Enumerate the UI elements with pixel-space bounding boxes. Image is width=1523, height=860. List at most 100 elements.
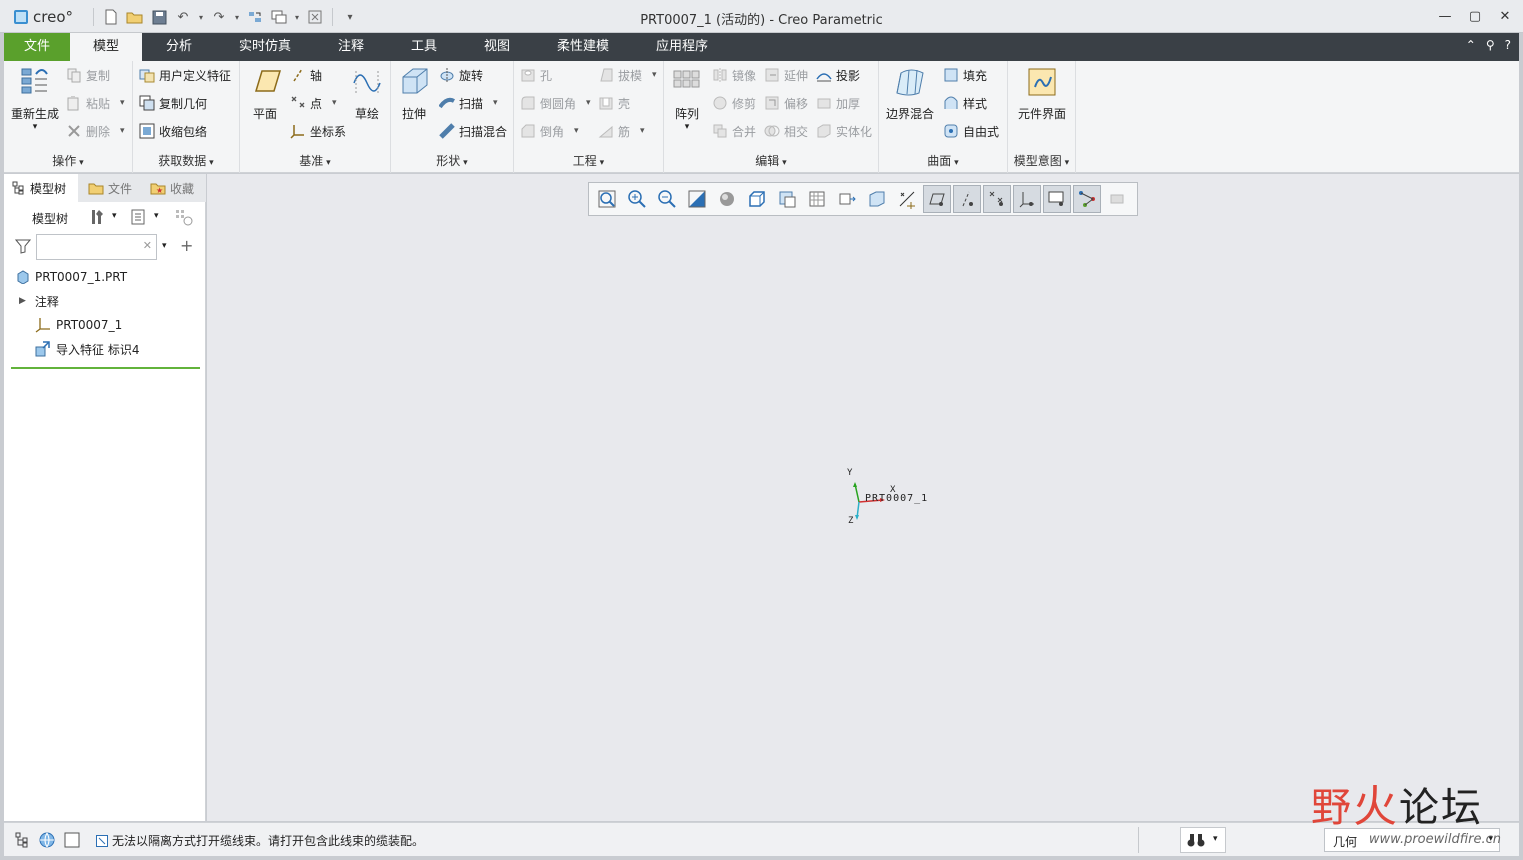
insert-here-indicator[interactable]: [11, 367, 200, 369]
group-datum-label[interactable]: 基准: [240, 152, 390, 169]
help-icon[interactable]: ?: [1505, 38, 1511, 52]
minimize-ribbon-icon[interactable]: ⌃: [1466, 38, 1476, 52]
hole-button[interactable]: 孔: [520, 64, 552, 86]
group-get-data-label[interactable]: 获取数据: [133, 152, 239, 169]
spin-center-toggle-icon[interactable]: [1043, 185, 1071, 213]
zoom-in-icon[interactable]: [623, 185, 651, 213]
show-dropdown-icon[interactable]: ▾: [154, 211, 159, 221]
csys-display-toggle-icon[interactable]: [1013, 185, 1041, 213]
intersect-button[interactable]: 相交: [764, 120, 808, 142]
display-style-icon[interactable]: [713, 185, 741, 213]
group-editing-label[interactable]: 编辑: [664, 152, 878, 169]
mirror-button[interactable]: 镜像: [712, 64, 756, 86]
tab-analysis[interactable]: 分析: [146, 33, 212, 61]
point-button[interactable]: 点: [290, 92, 337, 114]
settings-dropdown-icon[interactable]: ▾: [112, 211, 117, 221]
plane-display-toggle-icon[interactable]: [923, 185, 951, 213]
plane-button[interactable]: 平面: [240, 65, 290, 122]
tree-item-part[interactable]: PRT0007_1.PRT: [16, 266, 127, 288]
thicken-button[interactable]: 加厚: [816, 92, 860, 114]
zoom-out-icon[interactable]: [653, 185, 681, 213]
find-dropdown-icon[interactable]: ▾: [1213, 834, 1218, 844]
csys-button[interactable]: 坐标系: [290, 120, 346, 142]
revolve-button[interactable]: 旋转: [439, 64, 483, 86]
tab-folder-browser[interactable]: 文件: [80, 174, 142, 202]
tab-view[interactable]: 视图: [468, 33, 526, 61]
tab-file[interactable]: 文件: [4, 33, 70, 61]
paste-button[interactable]: 粘贴: [66, 92, 125, 114]
udf-button[interactable]: 用户定义特征: [139, 64, 231, 86]
tab-annotate[interactable]: 注释: [320, 33, 382, 61]
offset-button[interactable]: 偏移: [764, 92, 808, 114]
shell-button[interactable]: 壳: [598, 92, 630, 114]
group-model-intent-label[interactable]: 模型意图: [1008, 152, 1075, 169]
swept-blend-button[interactable]: 扫描混合: [439, 120, 507, 142]
clear-search-icon[interactable]: ✕: [143, 239, 152, 252]
tab-flexible-modeling[interactable]: 柔性建模: [544, 33, 622, 61]
trim-button[interactable]: 修剪: [712, 92, 756, 114]
view-normal-icon[interactable]: [833, 185, 861, 213]
perspective-view-icon[interactable]: [803, 185, 831, 213]
repaint-icon[interactable]: [683, 185, 711, 213]
regenerate-button[interactable]: 重新生成 ▾: [7, 65, 63, 132]
annotation-display-icon[interactable]: [893, 185, 921, 213]
point-display-toggle-icon[interactable]: [983, 185, 1011, 213]
style-button[interactable]: 样式: [943, 92, 987, 114]
fill-button[interactable]: 填充: [943, 64, 987, 86]
merge-button[interactable]: 合并: [712, 120, 756, 142]
tab-tools[interactable]: 工具: [396, 33, 452, 61]
tab-applications[interactable]: 应用程序: [642, 33, 722, 61]
group-shapes-label[interactable]: 形状: [391, 152, 513, 169]
saved-orientations-icon[interactable]: [743, 185, 771, 213]
search-help-icon[interactable]: ⚲: [1486, 38, 1495, 52]
close-icon[interactable]: ✕: [1495, 6, 1515, 26]
copy-button[interactable]: 复制: [66, 64, 110, 86]
group-operations-label[interactable]: 操作: [4, 152, 132, 169]
group-surfaces-label[interactable]: 曲面: [879, 152, 1007, 169]
tree-item-csys[interactable]: PRT0007_1: [35, 314, 122, 336]
browser-icon[interactable]: [38, 831, 56, 849]
extend-button[interactable]: 延伸: [764, 64, 808, 86]
rib-button[interactable]: 筋: [598, 120, 645, 142]
component-interface-button[interactable]: 元件界面: [1012, 65, 1072, 122]
round-button[interactable]: 倒圆角: [520, 92, 591, 114]
section-view-icon[interactable]: [863, 185, 891, 213]
tab-model-tree[interactable]: 模型树: [4, 174, 78, 202]
tab-favorites[interactable]: ★ 收藏: [142, 174, 206, 202]
settings-tools-icon[interactable]: [88, 208, 106, 226]
extrude-button[interactable]: 拉伸: [391, 65, 437, 122]
drag-display-icon[interactable]: [1103, 185, 1131, 213]
minimize-icon[interactable]: —: [1435, 6, 1455, 26]
chamfer-button[interactable]: 倒角: [520, 120, 579, 142]
full-screen-icon[interactable]: [64, 832, 80, 848]
view-manager-icon[interactable]: [773, 185, 801, 213]
graphics-window[interactable]: Y X Z PRT0007_1: [207, 174, 1519, 821]
model-tree-search-input[interactable]: ✕: [36, 234, 157, 260]
filter-icon[interactable]: [15, 238, 31, 254]
pattern-button[interactable]: 阵列 ▾: [664, 65, 710, 132]
tree-item-import-feature[interactable]: 导入特征 标识4: [35, 338, 139, 360]
default-csys-glyph[interactable]: Y X Z PRT0007_1: [845, 468, 935, 530]
boundary-blend-button[interactable]: 边界混合: [881, 65, 939, 122]
show-navigator-icon[interactable]: [14, 831, 32, 849]
tab-live-simulation[interactable]: 实时仿真: [226, 33, 304, 61]
sweep-button[interactable]: 扫描: [439, 92, 498, 114]
delete-button[interactable]: 删除: [66, 120, 125, 142]
copy-geometry-button[interactable]: 复制几何: [139, 92, 207, 114]
draft-button[interactable]: 拔模: [598, 64, 657, 86]
axis-button[interactable]: 轴: [290, 64, 322, 86]
regenerate-dropdown-icon[interactable]: ▾: [7, 122, 63, 132]
axis-display-toggle-icon[interactable]: [953, 185, 981, 213]
shrinkwrap-button[interactable]: 收缩包络: [139, 120, 207, 142]
tree-item-annotations[interactable]: ▶ 注释: [19, 290, 59, 312]
expand-arrow-icon[interactable]: ▶: [19, 296, 26, 306]
show-icon[interactable]: [131, 209, 147, 225]
tab-model[interactable]: 模型: [70, 33, 142, 61]
add-filter-icon[interactable]: +: [180, 236, 193, 255]
project-button[interactable]: 投影: [816, 64, 860, 86]
sketch-button[interactable]: 草绘: [344, 65, 390, 122]
refit-icon[interactable]: [593, 185, 621, 213]
search-dropdown-icon[interactable]: ▾: [162, 241, 167, 251]
find-button[interactable]: ▾: [1180, 827, 1226, 853]
solidify-button[interactable]: 实体化: [816, 120, 872, 142]
